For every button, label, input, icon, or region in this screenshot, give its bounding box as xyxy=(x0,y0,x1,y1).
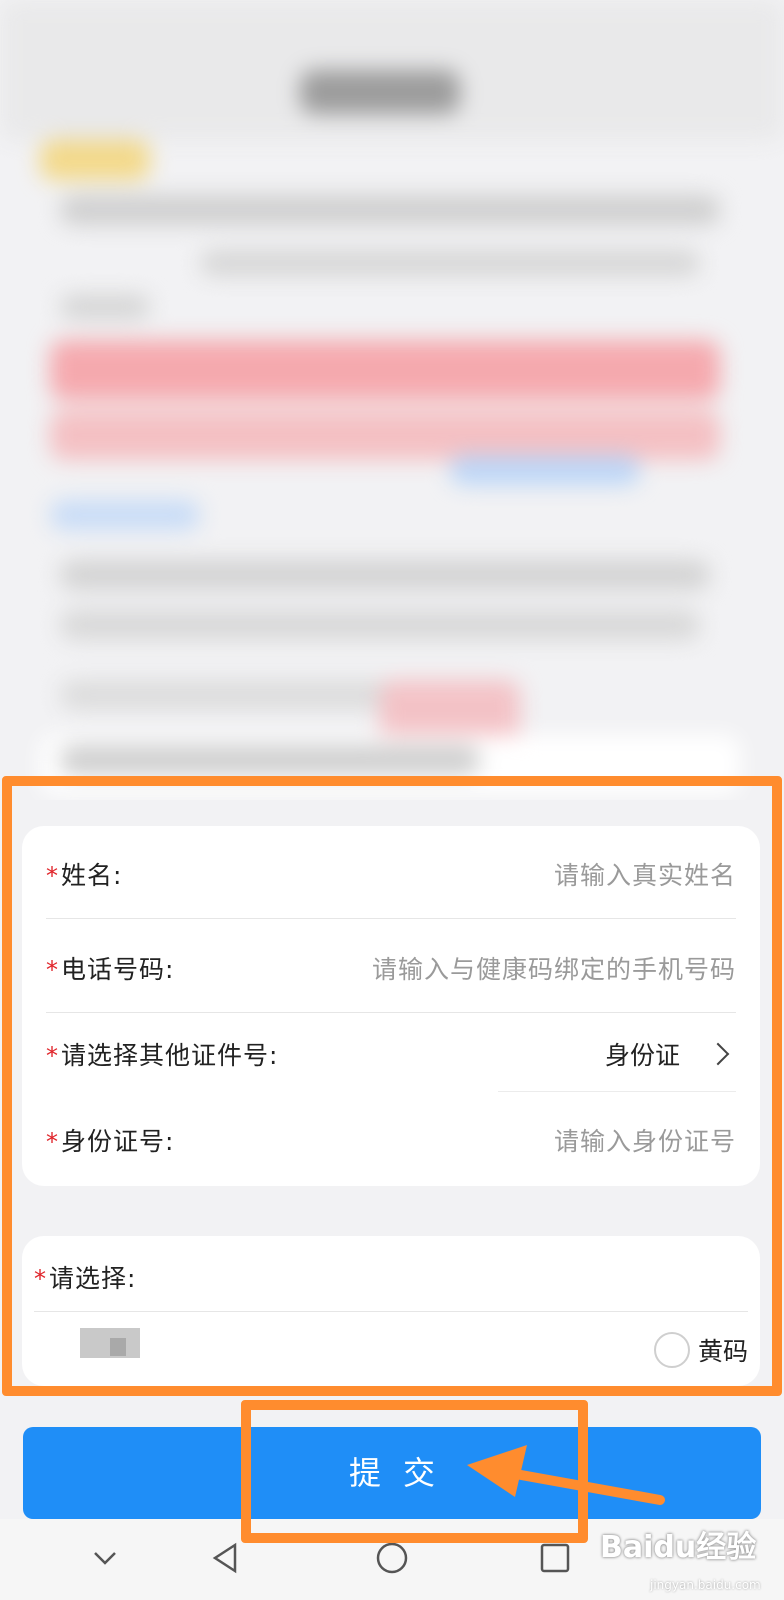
required-mark: * xyxy=(46,1042,59,1070)
divider xyxy=(34,1311,748,1312)
required-mark: * xyxy=(46,862,59,890)
name-input[interactable]: 请输入真实姓名 xyxy=(554,856,736,892)
idtype-select[interactable]: 身份证 xyxy=(605,1036,736,1072)
idnum-label: *身份证号: xyxy=(46,1127,175,1156)
phone-input[interactable]: 请输入与健康码绑定的手机号码 xyxy=(372,950,736,986)
name-row[interactable]: *姓名: 请输入真实姓名 xyxy=(46,850,736,898)
nav-home-button[interactable] xyxy=(367,1533,417,1583)
idtype-label: *请选择其他证件号: xyxy=(46,1041,279,1070)
personal-info-card: *姓名: 请输入真实姓名 *电话号码: 请输入与健康码绑定的手机号码 *请选择其… xyxy=(22,826,760,1186)
choice-label: *请选择: xyxy=(34,1264,137,1293)
required-mark: * xyxy=(46,1128,59,1156)
code-choice-card: *请选择: 黄码 xyxy=(22,1236,760,1386)
recents-square-icon xyxy=(540,1543,570,1573)
idnum-row[interactable]: *身份证号: 请输入身份证号 xyxy=(46,1116,736,1164)
name-label: *姓名: xyxy=(46,861,123,890)
phone-row[interactable]: *电话号码: 请输入与健康码绑定的手机号码 xyxy=(46,944,736,992)
required-mark: * xyxy=(46,956,59,984)
back-triangle-icon xyxy=(212,1542,237,1574)
option-yellow-label: 黄码 xyxy=(697,1337,748,1366)
nav-hide-button[interactable] xyxy=(80,1533,130,1583)
idnum-input[interactable]: 请输入身份证号 xyxy=(554,1122,736,1158)
baidu-watermark-url: jingyan.baidu.com xyxy=(650,1578,761,1592)
blurred-content xyxy=(0,0,784,800)
divider xyxy=(46,1012,736,1013)
choice-row: *请选择: xyxy=(34,1254,736,1300)
idtype-row[interactable]: *请选择其他证件号: 身份证 xyxy=(46,1030,736,1078)
option-yellow-code[interactable]: 黄码 xyxy=(653,1332,748,1368)
nav-back-button[interactable] xyxy=(200,1533,250,1583)
divider xyxy=(498,1091,736,1092)
required-mark: * xyxy=(34,1265,47,1293)
idtype-value: 身份证 xyxy=(604,1041,680,1070)
home-circle-icon xyxy=(376,1542,408,1574)
baidu-watermark: Baidu经验 xyxy=(600,1530,757,1565)
arrow-icon xyxy=(467,1445,665,1505)
chevron-down-icon xyxy=(94,1552,116,1565)
phone-label: *电话号码: xyxy=(46,955,175,984)
divider xyxy=(46,918,736,919)
chevron-right-icon xyxy=(706,1042,730,1066)
pixelated-option-dark xyxy=(110,1338,126,1356)
radio-button[interactable] xyxy=(653,1332,690,1368)
nav-recents-button[interactable] xyxy=(530,1533,580,1583)
